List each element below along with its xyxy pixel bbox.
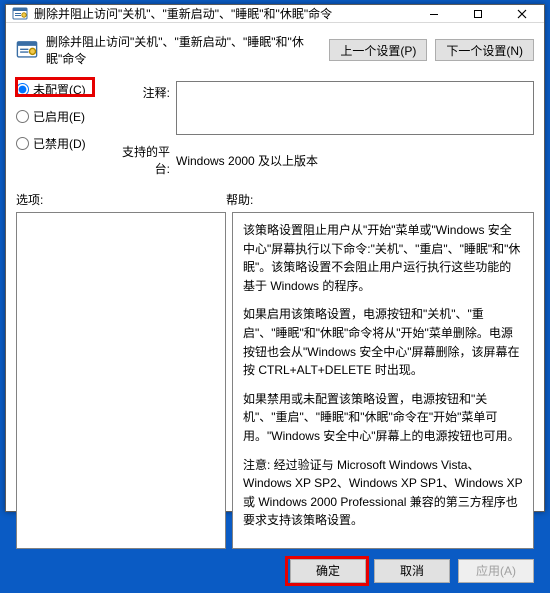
right-column: 注释: 支持的平台: Windows 2000 及以上版本 <box>110 81 534 177</box>
dialog-content: 删除并阻止访问"关机"、"重新启动"、"睡眠"和"休眠"命令 上一个设置(P) … <box>6 23 544 593</box>
help-panel: 该策略设置阻止用户从"开始"菜单或"Windows 安全中心"屏幕执行以下命令:… <box>232 212 534 549</box>
supported-row: 支持的平台: Windows 2000 及以上版本 <box>110 143 534 177</box>
next-setting-button[interactable]: 下一个设置(N) <box>435 39 534 61</box>
state-radio-group: 未配置(C) 已启用(E) 已禁用(D) <box>16 81 102 177</box>
window-controls <box>412 5 544 22</box>
radio-label: 已启用(E) <box>33 108 85 125</box>
radio-not-configured[interactable]: 未配置(C) <box>16 81 102 98</box>
window-title: 删除并阻止访问"关机"、"重新启动"、"睡眠"和"休眠"命令 <box>34 5 412 22</box>
dialog-footer: 确定 取消 应用(A) <box>16 549 534 583</box>
policy-icon <box>16 39 38 61</box>
radio-disabled[interactable]: 已禁用(D) <box>16 135 102 152</box>
options-panel <box>16 212 226 549</box>
cancel-button[interactable]: 取消 <box>374 559 450 583</box>
help-paragraph: 注意: 经过验证与 Microsoft Windows Vista、Window… <box>243 456 523 530</box>
header-row: 删除并阻止访问"关机"、"重新启动"、"睡眠"和"休眠"命令 上一个设置(P) … <box>16 29 534 75</box>
previous-setting-button[interactable]: 上一个设置(P) <box>329 39 427 61</box>
policy-title: 删除并阻止访问"关机"、"重新启动"、"睡眠"和"休眠"命令 <box>46 33 321 67</box>
help-paragraph: 如果禁用或未配置该策略设置，电源按钮和"关机"、"重启"、"睡眠"和"休眠"命令… <box>243 390 523 446</box>
close-button[interactable] <box>500 5 544 22</box>
maximize-button[interactable] <box>456 5 500 22</box>
body-split: 该策略设置阻止用户从"开始"菜单或"Windows 安全中心"屏幕执行以下命令:… <box>16 212 534 549</box>
dialog-window: 删除并阻止访问"关机"、"重新启动"、"睡眠"和"休眠"命令 <box>5 4 545 512</box>
supported-value: Windows 2000 及以上版本 <box>176 152 318 169</box>
supported-label: 支持的平台: <box>110 143 170 177</box>
policy-icon <box>12 6 28 22</box>
help-paragraph: 该策略设置阻止用户从"开始"菜单或"Windows 安全中心"屏幕执行以下命令:… <box>243 221 523 295</box>
radio-enabled[interactable]: 已启用(E) <box>16 108 102 125</box>
config-area: 未配置(C) 已启用(E) 已禁用(D) 注释: 支持的平台: <box>16 75 534 183</box>
radio-label: 未配置(C) <box>33 81 86 98</box>
radio-disabled-input[interactable] <box>16 137 29 150</box>
apply-button[interactable]: 应用(A) <box>458 559 534 583</box>
radio-label: 已禁用(D) <box>33 135 86 152</box>
radio-not-configured-input[interactable] <box>16 83 29 96</box>
options-label: 选项: <box>16 191 226 208</box>
help-label: 帮助: <box>226 191 534 208</box>
radio-enabled-input[interactable] <box>16 110 29 123</box>
titlebar: 删除并阻止访问"关机"、"重新启动"、"睡眠"和"休眠"命令 <box>6 5 544 23</box>
minimize-button[interactable] <box>412 5 456 22</box>
comment-textarea[interactable] <box>176 81 534 135</box>
help-paragraph: 如果启用该策略设置，电源按钮和"关机"、"重启"、"睡眠"和"休眠"命令将从"开… <box>243 305 523 379</box>
comment-row: 注释: <box>110 81 534 135</box>
comment-label: 注释: <box>110 81 170 101</box>
section-labels: 选项: 帮助: <box>16 183 534 212</box>
ok-button[interactable]: 确定 <box>290 559 366 583</box>
